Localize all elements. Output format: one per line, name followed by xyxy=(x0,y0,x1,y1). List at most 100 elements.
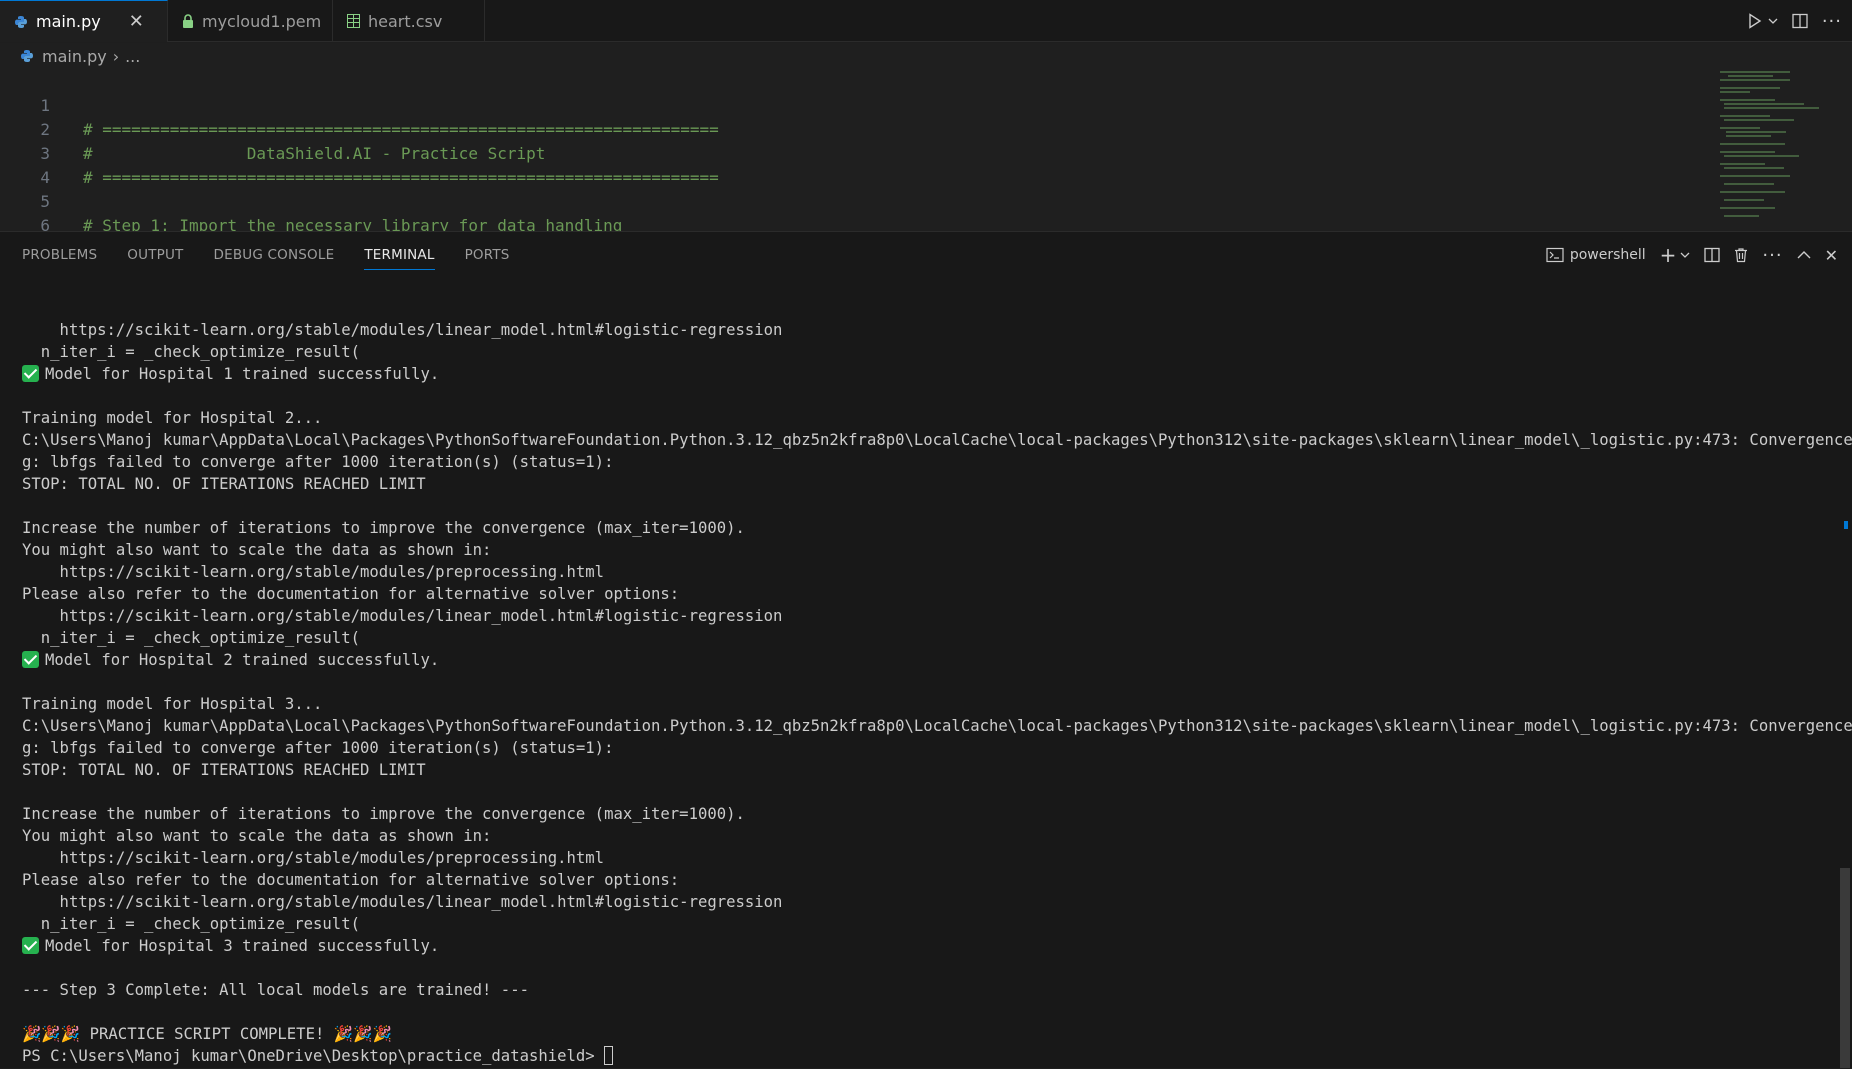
check-mark-icon xyxy=(22,651,39,668)
terminal-line-text: Increase the number of iterations to imp… xyxy=(22,519,745,537)
close-icon[interactable]: ✕ xyxy=(1825,246,1838,265)
tab-ports[interactable]: PORTS xyxy=(465,232,510,278)
maximize-panel-icon[interactable] xyxy=(1797,250,1811,260)
terminal-line: https://scikit-learn.org/stable/modules/… xyxy=(22,891,1832,913)
terminal-icon xyxy=(1546,247,1564,263)
tab-label: heart.csv xyxy=(368,11,443,31)
terminal-line-text: Model for Hospital 2 trained successfull… xyxy=(45,651,440,669)
check-mark-icon xyxy=(22,937,39,954)
terminal-line: https://scikit-learn.org/stable/modules/… xyxy=(22,847,1832,869)
terminal-line: Training model for Hospital 3... xyxy=(22,693,1832,715)
code-text: # ======================================… xyxy=(83,120,719,139)
python-icon xyxy=(14,15,28,29)
tab-debug-console[interactable]: DEBUG CONSOLE xyxy=(214,232,335,278)
code-line: 7 xyxy=(0,214,39,231)
code-text: # DataShield.AI - Practice Script xyxy=(83,144,546,163)
more-actions-icon[interactable]: ··· xyxy=(1822,11,1842,32)
chevron-down-icon[interactable] xyxy=(1768,16,1778,26)
terminal-line: Model for Hospital 2 trained successfull… xyxy=(22,649,1832,671)
terminal-line-text: STOP: TOTAL NO. OF ITERATIONS REACHED LI… xyxy=(22,761,426,779)
terminal-line: g: lbfgs failed to converge after 1000 i… xyxy=(22,451,1832,473)
code-line: 3 # ====================================… xyxy=(0,118,718,187)
tab-output[interactable]: OUTPUT xyxy=(127,232,183,278)
split-terminal-icon[interactable] xyxy=(1704,247,1721,263)
breadcrumb-file[interactable]: main.py xyxy=(42,47,107,66)
minimap[interactable] xyxy=(1718,69,1828,229)
python-icon xyxy=(20,49,34,63)
code-text: # Step 1: Import the necessary library f… xyxy=(83,216,623,231)
tab-terminal[interactable]: TERMINAL xyxy=(364,232,435,278)
tab-label: mycloud1.pem xyxy=(202,11,322,31)
code-line: 1 # ====================================… xyxy=(0,70,718,139)
terminal-shell-selector[interactable]: powershell xyxy=(1546,247,1646,263)
terminal-line-text: 🎉🎉🎉 PRACTICE SCRIPT COMPLETE! 🎉🎉🎉 xyxy=(22,1025,392,1043)
terminal-line-text: --- Step 3 Complete: All local models ar… xyxy=(22,981,529,999)
terminal-line-text: STOP: TOTAL NO. OF ITERATIONS REACHED LI… xyxy=(22,475,426,493)
terminal-actions: powershell + ··· ✕ xyxy=(1546,232,1838,278)
code-editor[interactable]: 1 # ====================================… xyxy=(0,69,1852,231)
close-icon[interactable]: ✕ xyxy=(129,11,144,32)
code-line: 5 # Step 1: Import the necessary library… xyxy=(0,166,622,231)
terminal-line-text: Increase the number of iterations to imp… xyxy=(22,805,745,823)
terminal-line: STOP: TOTAL NO. OF ITERATIONS REACHED LI… xyxy=(22,473,1832,495)
tab-mycloud1-pem[interactable]: mycloud1.pem xyxy=(168,0,333,42)
terminal-line-text: You might also want to scale the data as… xyxy=(22,827,492,845)
more-actions-icon[interactable]: ··· xyxy=(1762,245,1782,266)
terminal-line-text: n_iter_i = _check_optimize_result( xyxy=(22,915,360,933)
terminal-line: g: lbfgs failed to converge after 1000 i… xyxy=(22,737,1832,759)
code-text: # ======================================… xyxy=(83,168,719,187)
shell-name: powershell xyxy=(1569,247,1646,263)
run-icon[interactable] xyxy=(1748,13,1762,29)
trash-icon[interactable] xyxy=(1734,247,1748,263)
terminal-line-text: Training model for Hospital 2... xyxy=(22,409,323,427)
terminal-line: https://scikit-learn.org/stable/modules/… xyxy=(22,319,1832,341)
scroll-thumb[interactable] xyxy=(1840,868,1850,1068)
terminal-scrollbar[interactable] xyxy=(1838,278,1852,1069)
terminal-line: C:\Users\Manoj kumar\AppData\Local\Packa… xyxy=(22,715,1852,737)
tab-main-py[interactable]: main.py ✕ xyxy=(0,0,168,42)
check-mark-icon xyxy=(22,365,39,382)
terminal-output[interactable]: https://scikit-learn.org/stable/modules/… xyxy=(22,319,1852,1067)
editor-actions: ··· xyxy=(1748,0,1842,42)
terminal-line-text: Model for Hospital 3 trained successfull… xyxy=(45,937,440,955)
terminal-line: 🎉🎉🎉 PRACTICE SCRIPT COMPLETE! 🎉🎉🎉 xyxy=(22,1023,1832,1045)
terminal-line: C:\Users\Manoj kumar\AppData\Local\Packa… xyxy=(22,429,1852,451)
split-editor-icon[interactable] xyxy=(1792,13,1808,29)
terminal-line: Model for Hospital 1 trained successfull… xyxy=(22,363,1832,385)
terminal-line: --- Step 3 Complete: All local models ar… xyxy=(22,979,1832,1001)
terminal-line-text: g: lbfgs failed to converge after 1000 i… xyxy=(22,453,614,471)
terminal-line: Please also refer to the documentation f… xyxy=(22,583,1832,605)
terminal-line: Increase the number of iterations to imp… xyxy=(22,517,1832,539)
terminal-line: Model for Hospital 3 trained successfull… xyxy=(22,935,1832,957)
terminal-line-text: g: lbfgs failed to converge after 1000 i… xyxy=(22,739,614,757)
tab-problems[interactable]: PROBLEMS xyxy=(22,232,97,278)
terminal-line: STOP: TOTAL NO. OF ITERATIONS REACHED LI… xyxy=(22,759,1832,781)
terminal-line: https://scikit-learn.org/stable/modules/… xyxy=(22,605,1832,627)
terminal-line-text: PS C:\Users\Manoj kumar\OneDrive\Desktop… xyxy=(22,1047,605,1065)
terminal-line-text: https://scikit-learn.org/stable/modules/… xyxy=(22,849,605,867)
new-terminal-icon[interactable]: + xyxy=(1660,243,1677,267)
terminal-line: n_iter_i = _check_optimize_result( xyxy=(22,913,1832,935)
editor-tab-bar: main.py ✕ mycloud1.pem heart.csv ··· xyxy=(0,0,1852,42)
chevron-down-icon[interactable] xyxy=(1680,250,1690,260)
terminal-line: n_iter_i = _check_optimize_result( xyxy=(22,341,1832,363)
terminal-line: Increase the number of iterations to imp… xyxy=(22,803,1832,825)
terminal-line: https://scikit-learn.org/stable/modules/… xyxy=(22,561,1832,583)
code-line: 4 xyxy=(0,142,50,187)
terminal-line-text: Please also refer to the documentation f… xyxy=(22,585,680,603)
terminal-cursor xyxy=(604,1046,614,1065)
breadcrumb: main.py › ... xyxy=(0,43,1852,69)
terminal-line-text: https://scikit-learn.org/stable/modules/… xyxy=(22,893,783,911)
terminal-line: You might also want to scale the data as… xyxy=(22,825,1832,847)
terminal-line: n_iter_i = _check_optimize_result( xyxy=(22,627,1832,649)
terminal-line-text: Please also refer to the documentation f… xyxy=(22,871,680,889)
terminal-line-text: Training model for Hospital 3... xyxy=(22,695,323,713)
scroll-marker xyxy=(1844,521,1848,529)
chevron-right-icon: › xyxy=(112,46,120,66)
tab-heart-csv[interactable]: heart.csv xyxy=(333,0,485,42)
breadcrumb-more[interactable]: ... xyxy=(125,47,140,66)
tab-label: main.py xyxy=(36,12,101,31)
